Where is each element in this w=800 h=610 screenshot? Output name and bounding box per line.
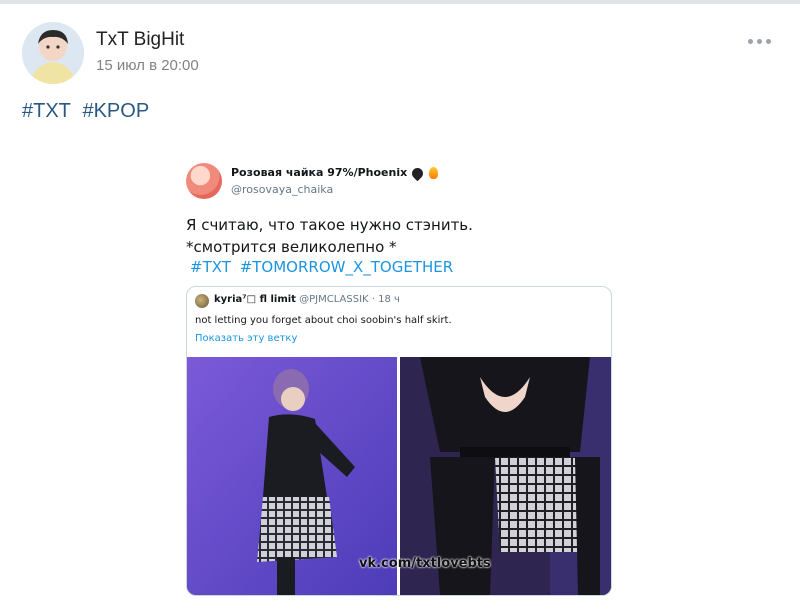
post-date[interactable]: 15 июл в 20:00 — [96, 57, 199, 74]
quoted-tweet-text: not letting you forget about choi soobin… — [195, 315, 452, 326]
top-bar — [0, 0, 800, 4]
hashtag-link[interactable]: #KPOP — [82, 100, 149, 122]
post-image[interactable]: Розовая чайка 97%/Phoenix @rosovaya_chai… — [170, 150, 630, 610]
hashtag-link[interactable]: #TXT — [22, 100, 71, 122]
show-thread-link: Показать эту ветку — [195, 333, 298, 344]
tweet-author-name-text: Розовая чайка 97%/Phoenix — [231, 166, 408, 179]
quoted-tweet-header: kyria⁷□ fl limit @PJMCLASSIK · 18 ч — [214, 294, 400, 305]
quoted-time: · 18 ч — [371, 294, 400, 305]
tweet-handle: @rosovaya_chaika — [231, 183, 334, 196]
tweet-hashtags: #TXT #TOMORROW_X_TOGETHER — [190, 258, 457, 276]
author-name[interactable]: TxT BigHit — [96, 29, 184, 51]
author-avatar[interactable] — [22, 22, 84, 84]
tweet-avatar — [186, 163, 222, 199]
black-heart-icon — [409, 165, 426, 181]
quoted-tweet-card: kyria⁷□ fl limit @PJMCLASSIK · 18 ч not … — [186, 286, 612, 596]
quoted-avatar — [195, 294, 209, 308]
tweet-text-line: *смотрится великолепно * — [186, 238, 397, 256]
tweet-hashtag: #TOMORROW_X_TOGETHER — [239, 258, 454, 276]
tweet-author-name: Розовая чайка 97%/Phoenix — [231, 165, 439, 181]
tweet-text: Я считаю, что такое нужно стэнить. *смот… — [186, 214, 473, 258]
watermark-text: vk.com/txtlovebts — [359, 556, 491, 571]
post-hashtags: #TXT #KPOP — [22, 100, 155, 123]
more-dots-icon[interactable] — [748, 34, 774, 48]
fire-icon — [429, 167, 439, 179]
tweet-hashtag: #TXT — [190, 258, 231, 276]
tweet-text-line: Я считаю, что такое нужно стэнить. — [186, 216, 473, 234]
quoted-handle: @PJMCLASSIK — [299, 294, 369, 305]
avatar-image — [22, 22, 84, 84]
quoted-author-name: kyria⁷□ fl limit — [214, 294, 296, 305]
